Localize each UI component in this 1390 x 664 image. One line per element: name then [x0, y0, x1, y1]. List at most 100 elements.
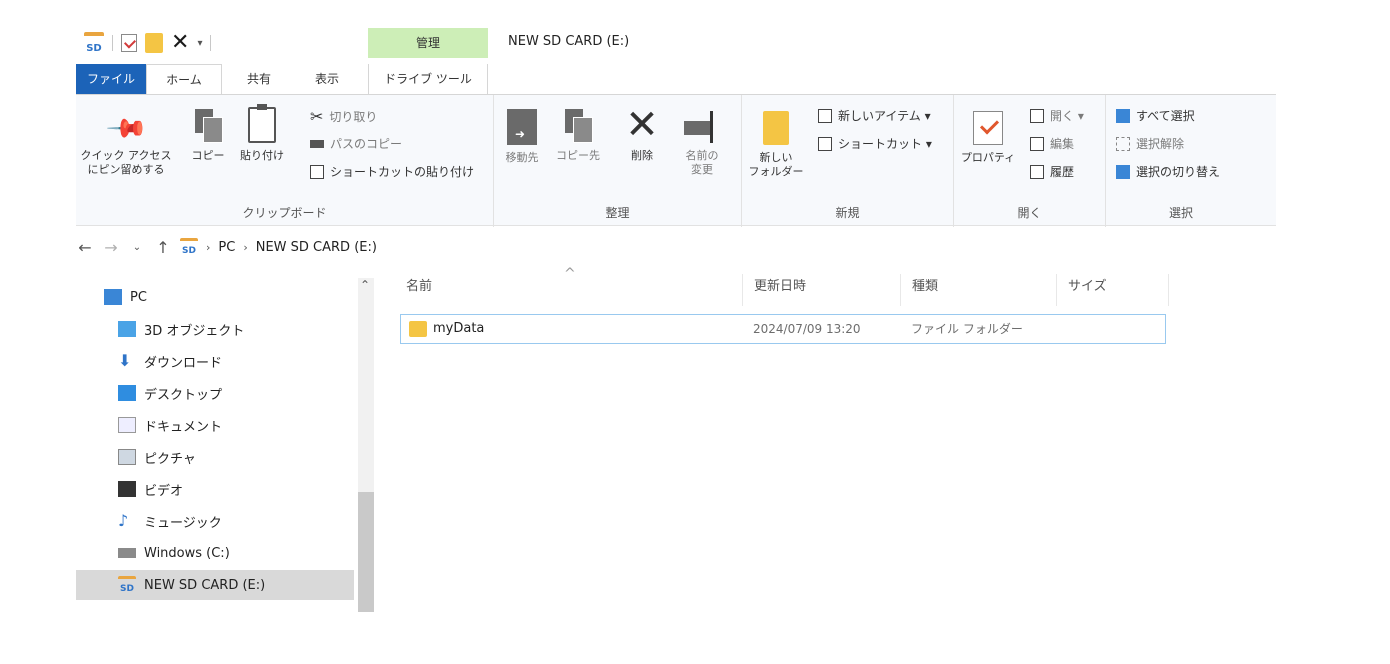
column-divider[interactable] [742, 274, 743, 306]
pin-icon: 📌 [104, 106, 149, 151]
back-arrow-icon[interactable]: ← [76, 238, 94, 257]
invert-selection-button[interactable]: 選択の切り替え [1116, 163, 1220, 180]
sort-caret-icon: ^ [564, 266, 576, 282]
delete-icon[interactable]: ✕ [171, 32, 189, 54]
rename-label: 名前の 変更 [685, 149, 719, 176]
copy-to-icon [565, 109, 593, 143]
column-divider[interactable] [900, 274, 901, 306]
copy-label: コピー [191, 149, 225, 162]
select-none-icon [1116, 136, 1130, 151]
cut-label: 切り取り [329, 110, 378, 124]
paste-label: 貼り付け [240, 149, 284, 162]
select-none-button[interactable]: 選択解除 [1116, 135, 1184, 152]
file-type: ファイル フォルダー [911, 322, 1023, 336]
scroll-up-icon[interactable]: ⌃ [360, 278, 370, 292]
ribbon: 📌 クイック アクセス にピン留めする コピー 貼り付け ✂ 切り取り パスのコ… [76, 94, 1276, 227]
easy-access-button[interactable]: ショートカット ▾ [818, 135, 932, 152]
paste-shortcut-button[interactable]: ショートカットの貼り付け [310, 163, 474, 180]
videos-icon [118, 481, 136, 497]
column-divider[interactable] [1056, 274, 1057, 306]
properties-button[interactable]: プロパティ [960, 111, 1016, 165]
pin-quick-access-button[interactable]: 📌 クイック アクセス にピン留めする [80, 107, 172, 177]
divider [112, 35, 113, 51]
column-header-type[interactable]: 種類 [912, 272, 938, 308]
nav-item-label: ミュージック [144, 515, 222, 531]
select-all-button[interactable]: すべて選択 [1116, 107, 1195, 124]
invert-selection-label: 選択の切り替え [1136, 165, 1221, 179]
new-item-button[interactable]: 新しいアイテム ▾ [818, 107, 931, 124]
recent-locations-chevron-icon[interactable]: ⌄ [128, 242, 146, 253]
new-folder-button[interactable]: 新しい フォルダー [748, 111, 804, 179]
properties-icon[interactable] [121, 34, 137, 52]
copy-path-button[interactable]: パスのコピー [310, 135, 402, 152]
paste-shortcut-label: ショートカットの貼り付け [330, 165, 475, 179]
nav-item-label: ドキュメント [144, 419, 223, 435]
new-folder-icon [763, 111, 789, 145]
shortcut-icon [818, 136, 832, 151]
nav-item-windows-c[interactable]: Windows (C:) [76, 538, 354, 568]
nav-item-music[interactable]: ♪ ミュージック [76, 506, 354, 536]
edit-button[interactable]: 編集 [1030, 135, 1074, 152]
copy-to-label: コピー先 [556, 149, 600, 162]
chevron-down-icon[interactable]: ▾ [197, 38, 202, 49]
documents-icon [118, 417, 136, 433]
nav-item-label: ダウンロード [144, 355, 223, 371]
history-label: 履歴 [1050, 165, 1075, 179]
organize-group-label: 整理 [605, 206, 630, 220]
nav-item-sdcard[interactable]: SD NEW SD CARD (E:) [76, 570, 354, 600]
nav-item-3d-objects[interactable]: 3D オブジェクト [76, 314, 354, 344]
file-modified: 2024/07/09 13:20 [753, 322, 861, 336]
paste-button[interactable]: 貼り付け [238, 104, 286, 163]
tab-drive-tools[interactable]: ドライブ ツール [368, 64, 488, 94]
invert-selection-icon [1116, 164, 1130, 179]
move-to-icon [507, 109, 537, 145]
scrollbar-thumb[interactable] [358, 492, 374, 612]
address-bar: ← → ⌄ ↑ SD › PC › NEW SD CARD (E:) [76, 232, 1276, 262]
delete-button[interactable]: ✕ 削除 [622, 105, 662, 163]
scissors-icon: ✂ [310, 107, 324, 126]
breadcrumb-pc[interactable]: PC [218, 240, 235, 255]
table-row[interactable]: myData 2024/07/09 13:20 ファイル フォルダー [400, 314, 1166, 344]
nav-item-videos[interactable]: ビデオ [76, 474, 354, 504]
open-label: 開く ▾ [1050, 109, 1084, 123]
column-divider[interactable] [1168, 274, 1169, 306]
breadcrumb-separator-icon[interactable]: › [243, 241, 247, 254]
properties-icon [973, 111, 1003, 145]
nav-item-desktop[interactable]: デスクトップ [76, 378, 354, 408]
properties-label: プロパティ [960, 151, 1016, 164]
sdcard-icon: SD [118, 576, 136, 594]
breadcrumb-sdcard[interactable]: NEW SD CARD (E:) [256, 240, 377, 255]
open-group-label: 開く [1017, 206, 1042, 220]
move-to-button[interactable]: 移動先 [502, 109, 542, 165]
nav-item-pictures[interactable]: ピクチャ [76, 442, 354, 472]
rename-button[interactable]: 名前の 変更 [678, 111, 726, 177]
shortcut-label: ショートカット ▾ [838, 137, 932, 151]
open-button[interactable]: 開く ▾ [1030, 107, 1084, 124]
select-group-label: 選択 [1168, 206, 1193, 220]
nav-scrollbar[interactable]: ⌃ [358, 278, 374, 612]
rename-icon [684, 111, 720, 143]
history-button[interactable]: 履歴 [1030, 163, 1074, 180]
tab-file[interactable]: ファイル [76, 64, 146, 94]
new-group: 新しい フォルダー 新しいアイテム ▾ ショートカット ▾ 新規 [742, 95, 954, 227]
clipboard-group: 📌 クイック アクセス にピン留めする コピー 貼り付け ✂ 切り取り パスのコ… [76, 95, 494, 227]
tab-view[interactable]: 表示 [302, 64, 352, 94]
copy-button[interactable]: コピー [188, 109, 228, 163]
desktop-icon [118, 385, 136, 401]
new-folder-icon[interactable] [145, 33, 163, 53]
tab-home[interactable]: ホーム [146, 64, 222, 95]
nav-item-pc[interactable]: PC [76, 282, 354, 312]
copy-to-button[interactable]: コピー先 [556, 109, 600, 163]
move-to-label: 移動先 [505, 151, 539, 164]
column-header-modified[interactable]: 更新日時 [754, 272, 806, 308]
breadcrumb-separator-icon[interactable]: › [206, 241, 210, 254]
column-header-size[interactable]: サイズ [1068, 272, 1107, 308]
column-header-name[interactable]: 名前 [406, 272, 432, 308]
edit-label: 編集 [1050, 137, 1075, 151]
tab-share[interactable]: 共有 [234, 64, 284, 94]
up-arrow-icon[interactable]: ↑ [154, 238, 172, 257]
nav-item-downloads[interactable]: ⬇ ダウンロード [76, 346, 354, 376]
nav-item-documents[interactable]: ドキュメント [76, 410, 354, 440]
cut-button[interactable]: ✂ 切り取り [310, 107, 377, 126]
forward-arrow-icon[interactable]: → [102, 238, 120, 257]
